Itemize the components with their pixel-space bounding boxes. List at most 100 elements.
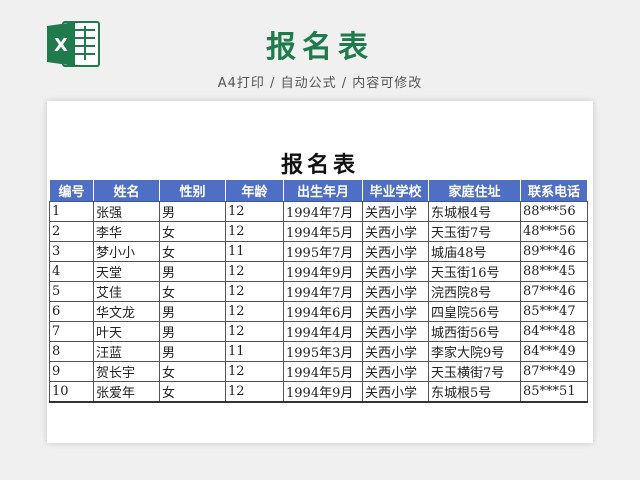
cell[interactable]: 张爱年 [93,381,160,403]
cell[interactable]: 男 [159,261,226,282]
cell[interactable]: 10 [49,381,94,403]
cell[interactable]: 12 [225,221,284,242]
cell[interactable]: 男 [159,321,226,342]
cell[interactable]: 汪蓝 [93,341,160,362]
cell[interactable]: 关西小学 [362,321,429,342]
cell[interactable]: 7 [49,321,94,342]
cell[interactable]: 1 [49,201,94,222]
cell[interactable]: 四皇院56号 [428,301,521,322]
cell[interactable]: 3 [49,241,94,262]
col-header-phone[interactable]: 联系电话 [520,179,588,202]
cell[interactable]: 艾佳 [93,281,160,302]
table-row: 6 华文龙男 12 1994年6月 关西小学 四皇院56号 85***47 [49,301,588,322]
cell[interactable]: 李华 [93,221,160,242]
banner-subtitle: A4打印 / 自动公式 / 内容可修改 [217,76,423,91]
cell[interactable]: 2 [49,221,94,242]
table-row: 5 艾佳女 12 1994年7月 关西小学 浣西院8号 87***46 [49,281,588,302]
table-header-row: 编号 姓名 性别 年龄 出生年月 毕业学校 家庭住址 联系电话 [49,179,588,202]
cell[interactable]: 89***46 [520,241,588,262]
cell[interactable]: 12 [225,301,284,322]
banner-title: 报名表 [266,30,374,65]
cell[interactable]: 张强 [93,201,160,222]
cell[interactable]: 5 [49,281,94,302]
cell[interactable]: 1994年7月 [283,281,363,302]
cell[interactable]: 85***51 [520,381,588,403]
cell[interactable]: 女 [159,381,226,403]
cell[interactable]: 1994年4月 [283,321,363,342]
cell[interactable]: 城庙48号 [428,241,521,262]
cell[interactable]: 87***49 [520,361,588,382]
cell[interactable]: 男 [159,201,226,222]
cell[interactable]: 9 [49,361,94,382]
table-row: 8 汪蓝男 11 1995年3月 关西小学 李家大院9号 84***49 [49,341,588,362]
cell[interactable]: 叶天 [93,321,160,342]
cell[interactable]: 88***56 [520,201,588,222]
cell[interactable]: 男 [159,341,226,362]
col-header-name[interactable]: 姓名 [93,179,160,202]
cell[interactable]: 东城根4号 [428,201,521,222]
cell[interactable]: 关西小学 [362,381,429,403]
cell[interactable]: 1995年7月 [283,241,363,262]
cell[interactable]: 女 [159,281,226,302]
col-header-school[interactable]: 毕业学校 [362,179,429,202]
cell[interactable]: 6 [49,301,94,322]
cell[interactable]: 12 [225,381,284,403]
table-row: 9 贺长宇女 12 1994年5月 关西小学 天玉横街7号 87***49 [49,361,588,382]
col-header-id[interactable]: 编号 [49,179,94,202]
cell[interactable]: 男 [159,301,226,322]
cell[interactable]: 华文龙 [93,301,160,322]
cell[interactable]: 梦小小 [93,241,160,262]
cell[interactable]: 关西小学 [362,301,429,322]
cell[interactable]: 女 [159,241,226,262]
registration-table: 编号 姓名 性别 年龄 出生年月 毕业学校 家庭住址 联系电话 1 张强男 12 19… [49,179,588,403]
cell[interactable]: 1994年5月 [283,221,363,242]
cell[interactable]: 女 [159,221,226,242]
cell[interactable]: 87***46 [520,281,588,302]
table-row: 10 张爱年女 12 1994年9月 关西小学 东城根5号 85***51 [49,381,588,403]
cell[interactable]: 天堂 [93,261,160,282]
spreadsheet-preview: 报名表 编号 姓名 性别 年龄 出生年月 毕业学校 家庭住址 联系电话 1 张强男… [47,101,593,443]
cell[interactable]: 关西小学 [362,241,429,262]
cell[interactable]: 11 [225,341,284,362]
col-header-age[interactable]: 年龄 [225,179,284,202]
cell[interactable]: 88***45 [520,261,588,282]
cell[interactable]: 48***56 [520,221,588,242]
cell[interactable]: 4 [49,261,94,282]
cell[interactable]: 天玉街7号 [428,221,521,242]
col-header-gender[interactable]: 性别 [159,179,226,202]
cell[interactable]: 1994年9月 [283,381,363,403]
cell[interactable]: 东城根5号 [428,381,521,403]
cell[interactable]: 12 [225,321,284,342]
cell[interactable]: 1994年7月 [283,201,363,222]
cell[interactable]: 1994年6月 [283,301,363,322]
cell[interactable]: 天玉街16号 [428,261,521,282]
cell[interactable]: 12 [225,281,284,302]
cell[interactable]: 关西小学 [362,261,429,282]
cell[interactable]: 12 [225,261,284,282]
cell[interactable]: 天玉横街7号 [428,361,521,382]
sheet-title: 报名表 [280,152,359,178]
col-header-address[interactable]: 家庭住址 [428,179,521,202]
cell[interactable]: 1995年3月 [283,341,363,362]
cell[interactable]: 84***48 [520,321,588,342]
cell[interactable]: 84***49 [520,341,588,362]
cell[interactable]: 女 [159,361,226,382]
table-row: 1 张强男 12 1994年7月 关西小学 东城根4号 88***56 [49,201,588,222]
cell[interactable]: 关西小学 [362,221,429,242]
cell[interactable]: 8 [49,341,94,362]
col-header-birth[interactable]: 出生年月 [283,179,363,202]
cell[interactable]: 1994年5月 [283,361,363,382]
cell[interactable]: 关西小学 [362,361,429,382]
cell[interactable]: 12 [225,201,284,222]
cell[interactable]: 关西小学 [362,201,429,222]
cell[interactable]: 85***47 [520,301,588,322]
cell[interactable]: 浣西院8号 [428,281,521,302]
cell[interactable]: 关西小学 [362,281,429,302]
cell[interactable]: 11 [225,241,284,262]
cell[interactable]: 12 [225,361,284,382]
cell[interactable]: 城西街56号 [428,321,521,342]
cell[interactable]: 关西小学 [362,341,429,362]
cell[interactable]: 1994年9月 [283,261,363,282]
cell[interactable]: 李家大院9号 [428,341,521,362]
cell[interactable]: 贺长宇 [93,361,160,382]
